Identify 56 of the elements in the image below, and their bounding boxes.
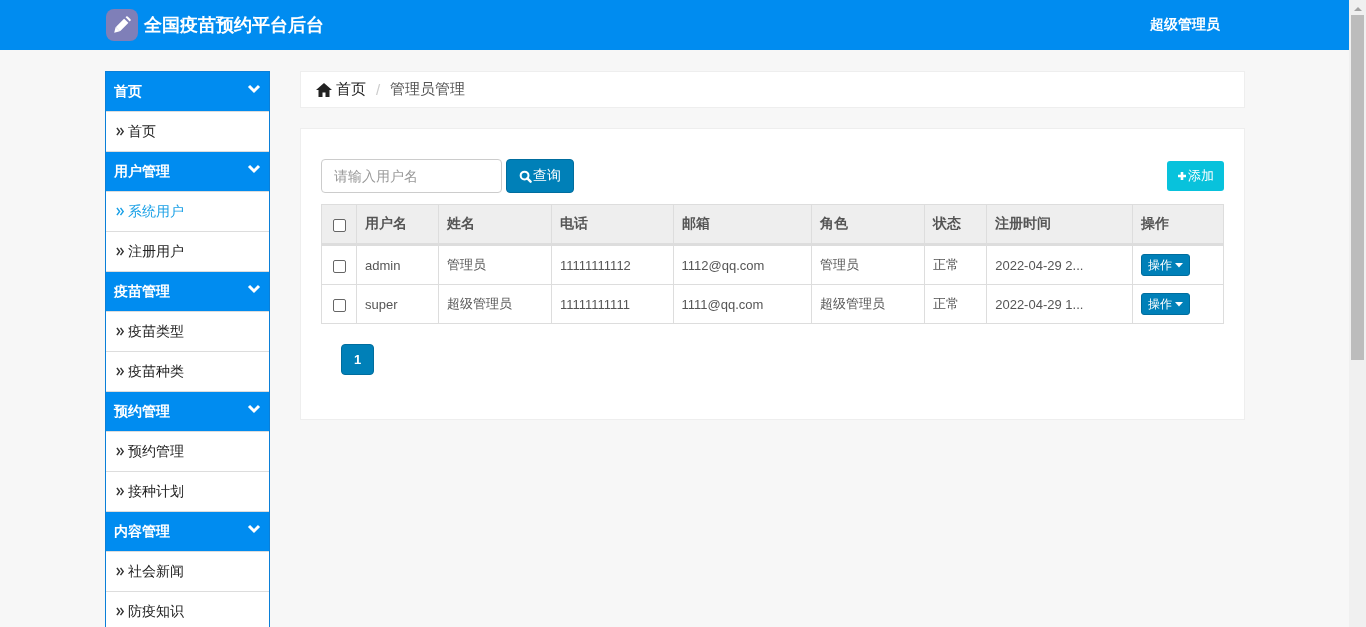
table-cell: 正常: [924, 244, 987, 285]
breadcrumb-home-link[interactable]: 首页: [316, 80, 366, 99]
user-name[interactable]: 超级管理员: [1150, 16, 1220, 34]
menu-group-header[interactable]: 首页: [106, 72, 269, 112]
column-header: 状态: [924, 204, 987, 245]
checkbox[interactable]: [332, 259, 346, 273]
plus-icon: [1177, 171, 1187, 181]
table-cell: 1111@qq.com: [673, 284, 812, 324]
column-header: 角色: [811, 204, 925, 245]
action-dropdown-button[interactable]: 操作: [1140, 254, 1190, 276]
column-header: 邮箱: [673, 204, 812, 245]
table-cell: 超级管理员: [438, 284, 552, 324]
menu-group-header[interactable]: 内容管理: [106, 512, 269, 552]
table-cell: 超级管理员: [811, 284, 925, 324]
scrollbar[interactable]: [1349, 0, 1366, 627]
app-title: 全国疫苗预约平台后台: [144, 14, 324, 37]
username-search-field[interactable]: 请输入用户名: [321, 159, 502, 193]
table-cell: 2022-04-29 1...: [986, 284, 1133, 324]
pen-icon: [106, 9, 138, 41]
double-chevron-icon: [116, 367, 125, 376]
double-chevron-icon: [116, 607, 125, 616]
column-header: 用户名: [356, 204, 439, 245]
double-chevron-icon: [116, 447, 125, 456]
column-header: 姓名: [438, 204, 552, 245]
query-button[interactable]: 查询: [506, 159, 574, 193]
table-cell: 管理员: [811, 244, 925, 285]
menu-group-header[interactable]: 疫苗管理: [106, 272, 269, 312]
page-button[interactable]: 1: [341, 344, 374, 375]
breadcrumb-current: 管理员管理: [390, 80, 466, 99]
table-cell: 11111111112: [551, 244, 673, 285]
table-cell: 2022-04-29 2...: [986, 244, 1133, 285]
table-cell: admin: [356, 244, 439, 285]
checkbox[interactable]: [332, 218, 346, 232]
table-cell: 管理员: [438, 244, 552, 285]
checkbox[interactable]: [332, 298, 346, 312]
action-dropdown-button[interactable]: 操作: [1140, 293, 1190, 315]
double-chevron-icon: [116, 567, 125, 576]
column-header: 电话: [551, 204, 673, 245]
column-header: 操作: [1132, 204, 1224, 245]
double-chevron-icon: [116, 127, 125, 136]
home-icon: [316, 82, 332, 97]
double-chevron-icon: [116, 207, 125, 216]
caret-icon: [1174, 262, 1183, 268]
breadcrumb-separator: /: [376, 81, 381, 98]
search-icon: [519, 169, 532, 183]
table-cell: super: [356, 284, 439, 324]
double-chevron-icon: [116, 327, 125, 336]
table-cell: 11111111111: [551, 284, 673, 324]
table-cell: 正常: [924, 284, 987, 324]
column-header: 注册时间: [986, 204, 1133, 245]
table-cell: 1112@qq.com: [673, 244, 812, 285]
double-chevron-icon: [116, 487, 125, 496]
menu-group-header[interactable]: 用户管理: [106, 152, 269, 192]
caret-icon: [1174, 301, 1183, 307]
menu-group-header[interactable]: 预约管理: [106, 392, 269, 432]
double-chevron-icon: [116, 247, 125, 256]
